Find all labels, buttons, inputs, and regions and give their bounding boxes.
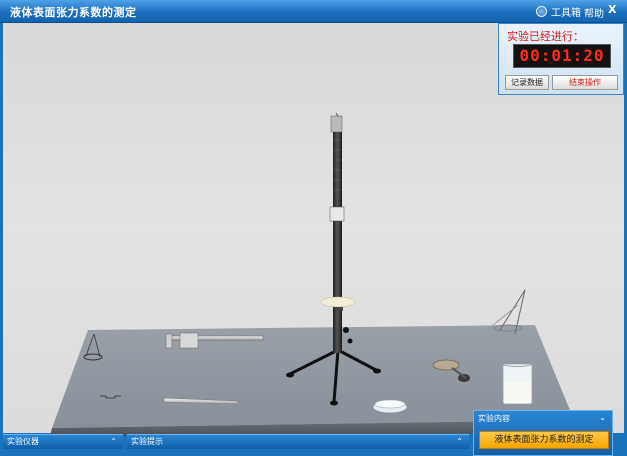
tips-panel-tab[interactable]: 实验提示 ⌃ bbox=[127, 434, 469, 449]
timer-label: 实验已经进行： bbox=[507, 30, 584, 43]
tips-panel-label: 实验提示 bbox=[131, 437, 163, 446]
beaker-instrument[interactable] bbox=[502, 361, 533, 405]
record-data-button[interactable]: 记录数据 bbox=[505, 75, 549, 90]
content-panel-label: 实验内容 bbox=[478, 414, 510, 423]
end-operation-button[interactable]: 结束操作 bbox=[552, 75, 618, 90]
collapse-chevron-icon[interactable]: ⌄ bbox=[599, 413, 606, 422]
expand-chevron-icon: ⌃ bbox=[110, 437, 117, 446]
app-window: 液体表面张力系数的测定 工具箱 帮助 X 实验已经进行： 00:01:20 记录… bbox=[0, 0, 627, 456]
experiment-content-item[interactable]: 液体表面张力系数的测定 bbox=[479, 431, 609, 449]
experiment-content-panel: 实验内容 ⌄ 液体表面张力系数的测定 bbox=[473, 410, 613, 456]
timer-panel: 实验已经进行： 00:01:20 记录数据 结束操作 bbox=[498, 23, 624, 95]
elapsed-timer-display: 00:01:20 bbox=[513, 44, 611, 68]
instruments-panel-label: 实验仪器 bbox=[7, 437, 39, 446]
expand-chevron-icon: ⌃ bbox=[456, 437, 463, 446]
instruments-panel-tab[interactable]: 实验仪器 ⌃ bbox=[3, 434, 123, 449]
petri-dish-instrument[interactable] bbox=[372, 399, 408, 414]
